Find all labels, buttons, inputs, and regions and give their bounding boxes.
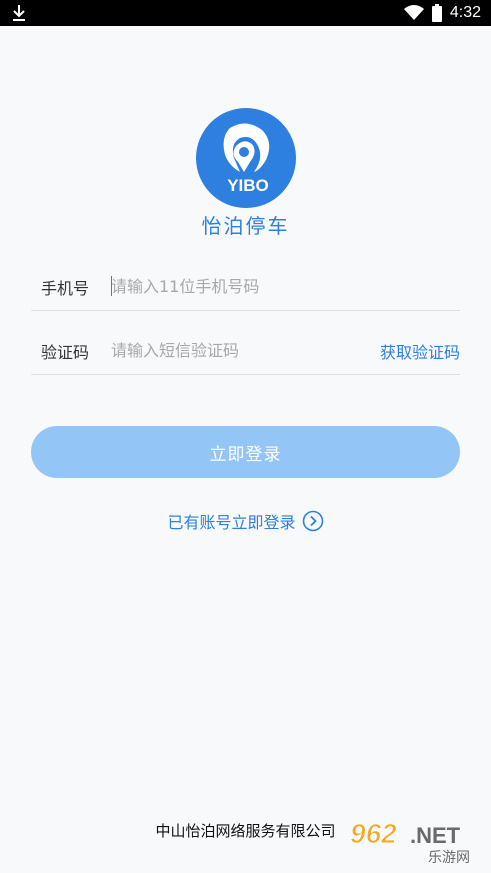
code-field-row: 验证码 获取验证码 [31,329,460,375]
login-button[interactable]: 立即登录 [31,426,460,478]
download-icon [13,5,25,21]
existing-account-link[interactable]: 已有账号立即登录 [0,509,491,533]
phone-label: 手机号 [41,279,90,298]
logo-brand-text: YIBO [227,176,269,195]
wifi-icon [403,5,424,20]
get-code-button[interactable]: 获取验证码 [380,339,460,363]
code-input[interactable] [111,335,371,365]
app-name: 怡泊停车 [201,214,290,238]
svg-text:乐游网: 乐游网 [428,850,470,865]
status-time: 4:32 [449,4,481,21]
text-caret [111,276,112,296]
svg-text:.NET: .NET [410,823,461,848]
chevron-right-circle-icon [302,510,323,532]
app-logo: YIBO [0,108,491,208]
phone-field-row: 手机号 [31,265,460,311]
status-bar: 4:32 [0,0,491,26]
battery-icon [431,4,442,22]
status-icons: 4:32 [403,0,481,26]
existing-account-label: 已有账号立即登录 [167,513,296,532]
svg-text:962: 962 [350,818,397,849]
logo-location-icon: YIBO [195,108,296,208]
code-label: 验证码 [41,343,90,362]
phone-input[interactable] [111,271,371,301]
watermark-logo: 962 .NET 乐游网 [350,818,471,866]
